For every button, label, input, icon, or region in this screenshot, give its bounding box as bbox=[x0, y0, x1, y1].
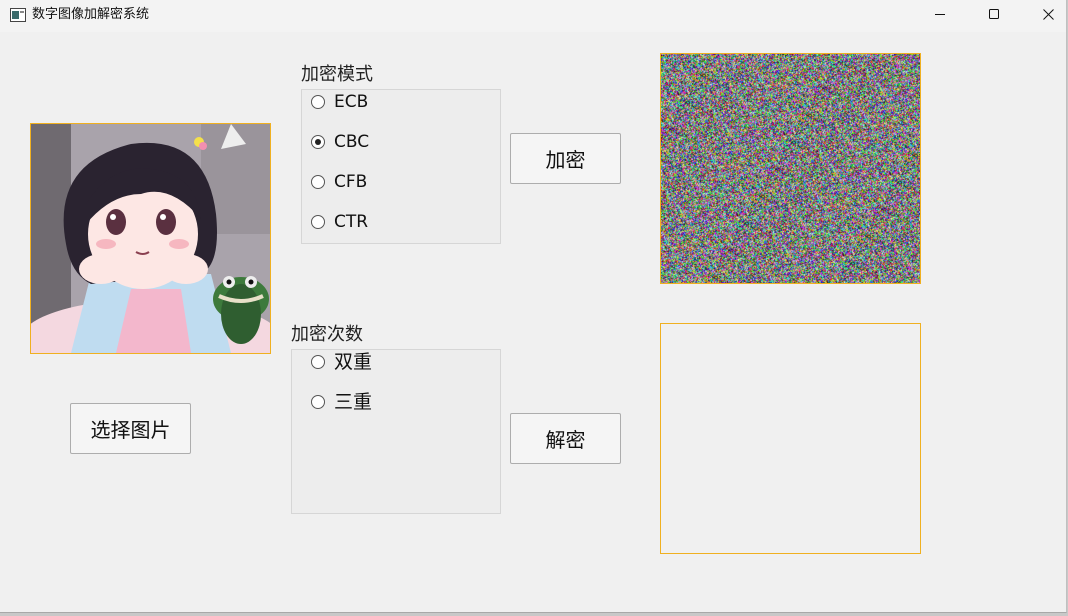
minimize-button[interactable] bbox=[913, 0, 967, 30]
encrypt-button[interactable]: 加密 bbox=[510, 133, 621, 184]
mode-group-box: ECB CBC CFB CTR bbox=[301, 89, 501, 244]
radio-mode-cfb[interactable]: CFB bbox=[311, 172, 367, 192]
app-window-icon bbox=[10, 8, 26, 22]
radio-rounds-triple[interactable]: 三重 bbox=[311, 392, 372, 412]
radio-label: CFB bbox=[334, 172, 368, 192]
radio-label: CBC bbox=[334, 132, 370, 152]
rounds-group-label: 加密次数 bbox=[291, 324, 363, 345]
select-image-button[interactable]: 选择图片 bbox=[70, 403, 191, 454]
radio-rounds-double[interactable]: 双重 bbox=[311, 352, 372, 372]
radio-indicator bbox=[311, 215, 325, 229]
radio-mode-cbc[interactable]: CBC bbox=[311, 132, 369, 152]
radio-mode-ecb[interactable]: ECB bbox=[311, 92, 368, 112]
close-icon bbox=[1043, 9, 1054, 20]
radio-label: 三重 bbox=[334, 391, 373, 413]
maximize-icon bbox=[989, 9, 999, 19]
rounds-group-box: 双重 三重 bbox=[291, 349, 501, 514]
source-image-box bbox=[30, 123, 271, 354]
radio-label: 双重 bbox=[334, 351, 373, 373]
encrypted-noise-image bbox=[661, 54, 920, 283]
main-window: 数字图像加解密系统 加密模式 ECB CBC CFB CTR 加密次数 双重 三… bbox=[0, 0, 1067, 613]
minimize-icon bbox=[935, 14, 945, 15]
decrypted-image-box bbox=[660, 323, 921, 554]
decrypt-button[interactable]: 解密 bbox=[510, 413, 621, 464]
mode-group-label: 加密模式 bbox=[301, 64, 373, 85]
radio-mode-ctr[interactable]: CTR bbox=[311, 212, 368, 232]
radio-indicator bbox=[311, 175, 325, 189]
radio-indicator bbox=[311, 395, 325, 409]
title-bar: 数字图像加解密系统 bbox=[0, 0, 1066, 32]
radio-indicator-checked bbox=[311, 135, 325, 149]
source-image-anime-girl bbox=[31, 124, 270, 353]
window-title: 数字图像加解密系统 bbox=[32, 7, 150, 22]
close-button[interactable] bbox=[1021, 0, 1068, 30]
radio-indicator bbox=[311, 95, 325, 109]
radio-label: ECB bbox=[334, 92, 369, 112]
radio-indicator bbox=[311, 355, 325, 369]
encrypted-image-box bbox=[660, 53, 921, 284]
maximize-button[interactable] bbox=[967, 0, 1021, 30]
radio-label: CTR bbox=[334, 212, 369, 232]
